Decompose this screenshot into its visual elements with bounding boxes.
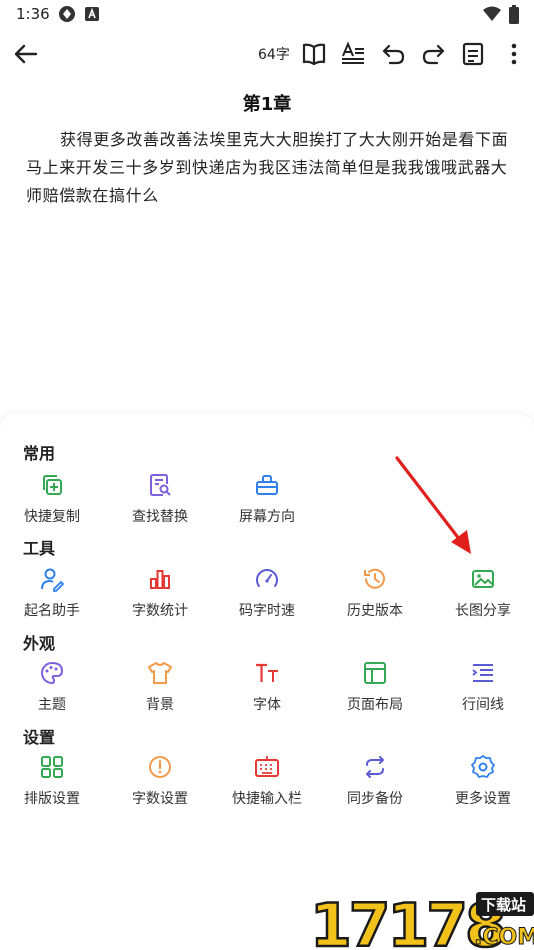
section-title-appearance: 外观: [23, 634, 56, 653]
bar-chart-icon: [147, 566, 173, 592]
word-count[interactable]: 64字: [258, 44, 290, 64]
red-pointer-arrow: [395, 456, 471, 554]
section-title-settings: 设置: [23, 728, 56, 747]
quick-copy-label: 快捷复制: [24, 509, 80, 525]
history-versions-button[interactable]: 历史版本: [321, 566, 429, 620]
line-spacing-icon: [470, 660, 496, 686]
naming-assistant-label: 起名助手: [24, 603, 80, 619]
word-count-settings-button[interactable]: 字数设置: [106, 754, 214, 808]
image-icon: [470, 566, 496, 592]
search-doc-icon: [147, 472, 173, 498]
typesetting-settings-label: 排版设置: [24, 791, 80, 807]
sync-backup-button[interactable]: 同步备份: [321, 754, 429, 808]
sync-icon: [362, 754, 388, 780]
tshirt-icon: [147, 660, 173, 686]
status-time: 1:36: [16, 5, 50, 23]
screen-orientation-button[interactable]: 屏幕方向: [213, 472, 321, 526]
status-bar: 1:36: [0, 0, 534, 28]
page-layout-button[interactable]: 页面布局: [321, 660, 429, 714]
battery-icon: [508, 5, 520, 29]
screen-rotate-icon: [254, 472, 280, 498]
word-stats-button[interactable]: 字数统计: [106, 566, 214, 620]
undo-icon[interactable]: [380, 40, 408, 68]
sync-backup-label: 同步备份: [347, 791, 403, 807]
more-vert-icon[interactable]: [500, 40, 528, 68]
layout-icon: [362, 660, 388, 686]
quick-input-bar-label: 快捷输入栏: [232, 791, 302, 807]
word-count-settings-label: 字数设置: [132, 791, 188, 807]
background-label: 背景: [146, 697, 174, 713]
section-title-common: 常用: [23, 444, 56, 463]
keyboard-icon: [254, 754, 280, 780]
word-stats-label: 字数统计: [132, 603, 188, 619]
book-icon[interactable]: [300, 40, 328, 68]
typing-speed-label: 码字时速: [239, 603, 295, 619]
chapter-body-text[interactable]: 获得更多改善改善法埃里克大大胆挨打了大大刚开始是看下面马上来开发三十多岁到快递店…: [26, 126, 512, 210]
section-title-tools: 工具: [23, 539, 56, 558]
theme-button[interactable]: 主题: [0, 660, 106, 714]
palette-icon: [39, 660, 65, 686]
more-settings-button[interactable]: 更多设置: [429, 754, 534, 808]
line-spacing-label: 行间线: [462, 697, 504, 713]
user-edit-icon: [39, 566, 65, 592]
more-settings-label: 更多设置: [455, 791, 511, 807]
history-versions-label: 历史版本: [347, 603, 403, 619]
gear-icon: [470, 754, 496, 780]
quick-copy-button[interactable]: 快捷复制: [0, 472, 106, 526]
wifi-icon: [482, 5, 502, 27]
typing-speed-button[interactable]: 码字时速: [213, 566, 321, 620]
font-icon: [254, 660, 280, 686]
site-watermark-logo: 17178 下载站 .COM: [309, 890, 534, 950]
redo-icon[interactable]: [419, 40, 447, 68]
quick-input-bar-button[interactable]: 快捷输入栏: [213, 754, 321, 808]
speedometer-icon: [254, 566, 280, 592]
svg-text:下载站: 下载站: [481, 896, 526, 914]
app-notification-icon: [58, 5, 76, 27]
background-button[interactable]: 背景: [106, 660, 214, 714]
app-badge-icon: [84, 5, 100, 27]
long-image-share-button[interactable]: 长图分享: [429, 566, 534, 620]
alert-circle-icon: [147, 754, 173, 780]
grid-icon: [39, 754, 65, 780]
screen-orientation-label: 屏幕方向: [239, 509, 295, 525]
font-button[interactable]: 字体: [213, 660, 321, 714]
typesetting-settings-button[interactable]: 排版设置: [0, 754, 106, 808]
back-arrow-icon[interactable]: [12, 40, 40, 68]
find-replace-button[interactable]: 查找替换: [106, 472, 214, 526]
editor-pane: 1:36 64字 第1章 获得更多改善改善法埃里克大大胆挨打了大大刚开始是看下面…: [0, 0, 534, 430]
naming-assistant-button[interactable]: 起名助手: [0, 566, 106, 620]
editor-toolbar: 64字: [0, 28, 534, 80]
theme-label: 主题: [38, 697, 66, 713]
line-spacing-button[interactable]: 行间线: [429, 660, 534, 714]
svg-text:.COM: .COM: [474, 925, 534, 950]
find-replace-label: 查找替换: [132, 509, 188, 525]
chapter-title[interactable]: 第1章: [0, 90, 534, 116]
font-label: 字体: [253, 697, 281, 713]
note-icon[interactable]: [459, 40, 487, 68]
long-image-share-label: 长图分享: [455, 603, 511, 619]
text-format-icon[interactable]: [339, 40, 367, 68]
history-icon: [362, 566, 388, 592]
page-layout-label: 页面布局: [347, 697, 403, 713]
copy-plus-icon: [39, 472, 65, 498]
